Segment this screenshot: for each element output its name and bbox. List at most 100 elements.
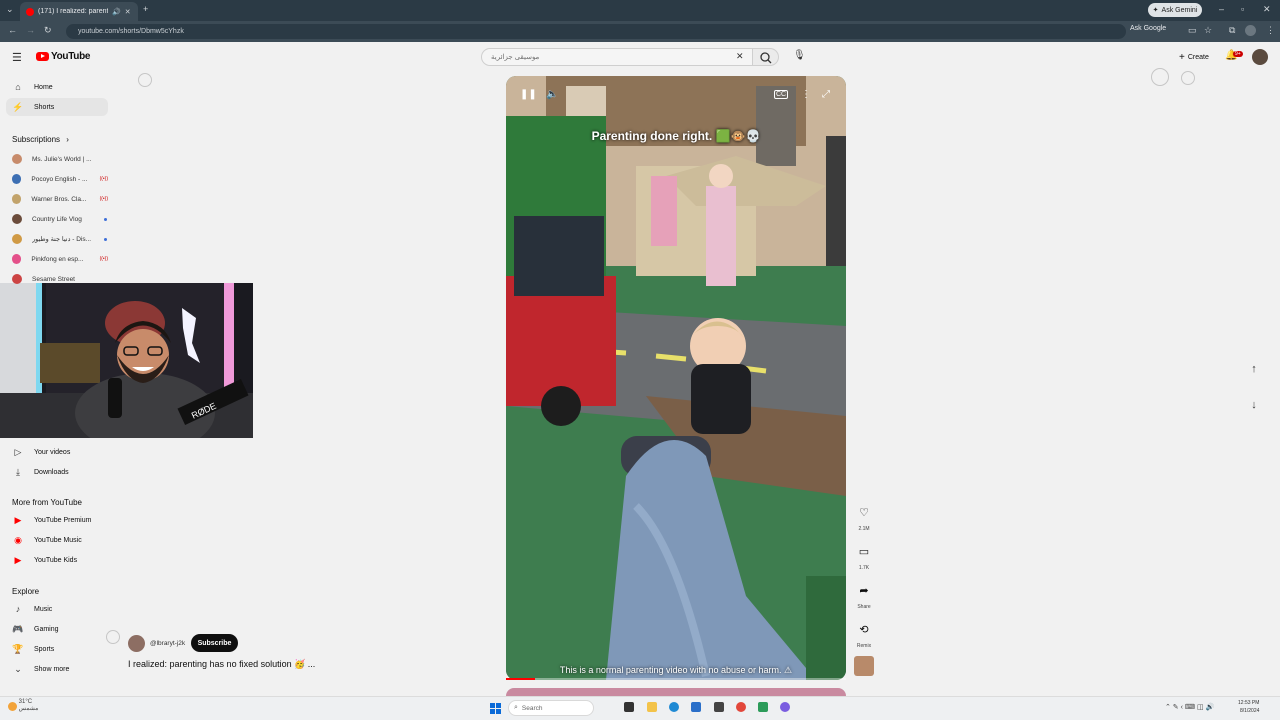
sidebar-item-youtube-premium[interactable]: ▶ YouTube Premium	[6, 511, 108, 529]
subscription-name: Sesame Street	[32, 275, 75, 283]
subscription-name: دنيا جنة وطيور - Dis...	[32, 236, 92, 243]
youtube-logo-text[interactable]: YouTube	[51, 51, 91, 62]
extensions-icon[interactable]: ⧉	[1229, 26, 1235, 35]
subscription-item[interactable]: Pinkfong en esp... ((•))	[6, 250, 108, 268]
youtube-music-icon: ◉	[14, 534, 22, 545]
new-content-dot-icon	[104, 217, 107, 221]
shorts-video-player[interactable]	[506, 76, 846, 680]
youtube-logo-icon[interactable]	[36, 52, 49, 61]
music-icon: ♪	[15, 604, 21, 614]
hamburger-menu-icon[interactable]: ☰	[12, 51, 22, 64]
captions-icon[interactable]: CC	[774, 90, 789, 99]
ask-gemini-button[interactable]: ✦ Ask Gemini	[1148, 3, 1202, 17]
pause-icon[interactable]: ❚❚	[520, 89, 537, 100]
volume-icon[interactable]: 🔈	[546, 89, 558, 100]
trophy-icon: 🏆	[12, 643, 24, 654]
search-button[interactable]	[753, 48, 779, 66]
windows-start-icon[interactable]	[490, 701, 501, 714]
browser-menu-icon[interactable]: ⋮	[1266, 26, 1275, 35]
browser-tab-active[interactable]: (171) I realized: parenting I 🔊 ✕	[20, 2, 138, 21]
sidebar-item-show-more[interactable]: ⌄ Show more	[6, 660, 108, 678]
subscription-item[interactable]: Country Life Vlog	[6, 210, 108, 228]
voice-search-mic-icon[interactable]: 🎙	[793, 50, 806, 61]
channel-handle[interactable]: @lbraryt-j2k	[150, 640, 185, 647]
edge-browser-icon[interactable]	[669, 702, 679, 712]
subscription-item[interactable]: Ms. Julie's World | ...	[6, 150, 108, 168]
store-icon[interactable]	[691, 702, 701, 712]
system-tray-icons[interactable]: ⌃ ✎ ‹ ⌨ ◫ 🔊	[1165, 703, 1214, 711]
comments-button[interactable]: ▭ 1.7K	[852, 539, 876, 572]
channel-avatar	[12, 274, 22, 284]
search-input[interactable]: موسيقى جزائرية	[481, 48, 753, 66]
bookmark-star-icon[interactable]: ☆	[1204, 26, 1212, 35]
remix-button[interactable]: ⟲ Remix	[852, 617, 876, 650]
sidebar-item-downloads[interactable]: ⤓ Downloads	[6, 463, 108, 481]
subscriptions-heading[interactable]: Subscriptions ›	[12, 135, 69, 144]
sidebar-item-music[interactable]: ♪ Music	[6, 600, 108, 618]
app-icon[interactable]	[758, 702, 768, 712]
new-tab-icon[interactable]: +	[143, 5, 148, 14]
profile-avatar[interactable]	[1245, 25, 1256, 36]
sidebar-item-sports[interactable]: 🏆 Sports	[6, 640, 108, 658]
taskbar-clock[interactable]: 12:53 PM 8/1/2024	[1238, 699, 1259, 715]
like-button[interactable]: ♡ 2.1M	[852, 500, 876, 533]
subscription-item[interactable]: Warner Bros. Cla... ((•))	[6, 190, 108, 208]
reload-icon[interactable]: ↻	[44, 26, 52, 35]
window-close-icon[interactable]: ✕	[1263, 5, 1271, 14]
forward-icon[interactable]: →	[26, 26, 35, 35]
subscribe-button[interactable]: Subscribe	[191, 634, 238, 652]
channel-avatar	[12, 194, 22, 204]
ask-google-button[interactable]: Ask Google	[1130, 25, 1166, 32]
video-caption-top: Parenting done right. 🟩🐵💀	[591, 129, 761, 143]
chrome-browser-icon[interactable]	[736, 702, 746, 712]
notification-count-badge: 9+	[1233, 51, 1243, 57]
video-caption-bottom: This is a normal parenting video with no…	[559, 665, 793, 675]
channel-avatar	[12, 254, 22, 264]
back-icon[interactable]: ←	[8, 26, 17, 35]
minimize-icon[interactable]: –	[1219, 5, 1224, 14]
subscription-item[interactable]: Pocoyo English - ... ((•))	[6, 170, 108, 188]
fullscreen-icon[interactable]: ⤢	[822, 89, 830, 100]
clear-search-icon[interactable]: ✕	[736, 51, 744, 62]
short-title[interactable]: I realized: parenting has no fixed solut…	[128, 659, 315, 670]
channel-avatar	[12, 154, 22, 164]
sidebar-item-shorts[interactable]: ⚡ Shorts	[6, 98, 108, 116]
speaker-icon[interactable]: 🔊	[112, 8, 121, 16]
sound-thumbnail[interactable]	[854, 656, 874, 676]
subscription-item[interactable]: Sesame Street	[6, 270, 108, 288]
share-button[interactable]: ➦ Share	[852, 578, 876, 611]
sidebar-item-home[interactable]: ⌂ Home	[6, 78, 108, 96]
file-explorer-icon[interactable]	[647, 702, 657, 712]
create-label: Create	[1187, 53, 1209, 61]
ask-gemini-label: Ask Gemini	[1161, 6, 1198, 14]
video-progress-track[interactable]	[506, 678, 846, 680]
create-button[interactable]: + Create	[1172, 50, 1216, 64]
sidebar-item-your-videos[interactable]: ▷ Your videos	[6, 443, 108, 461]
sidebar-item-gaming[interactable]: 🎮 Gaming	[6, 620, 108, 638]
sidebar-item-youtube-kids[interactable]: ▶ YouTube Kids	[6, 551, 108, 569]
cast-icon[interactable]: ▭	[1188, 26, 1197, 35]
app-icon[interactable]	[780, 702, 790, 712]
subscription-name: Warner Bros. Cla...	[31, 195, 87, 203]
task-view-icon[interactable]	[624, 702, 634, 712]
maximize-icon[interactable]: ▫	[1241, 5, 1244, 14]
clock-date: 8/1/2024	[1239, 708, 1260, 714]
tab-search-icon[interactable]: ⌄	[6, 5, 14, 14]
sidebar-item-label: Your videos	[34, 448, 71, 456]
taskbar-search-box[interactable]: ⌕ Search	[508, 700, 594, 716]
tab-close-icon[interactable]: ✕	[125, 8, 131, 16]
windows-logo-icon	[490, 703, 501, 714]
url-field[interactable]: youtube.com/shorts/Dbmw5cYhzk	[66, 24, 1126, 39]
channel-avatar[interactable]	[128, 635, 145, 652]
subscription-item[interactable]: دنيا جنة وطيور - Dis...	[6, 230, 108, 248]
account-avatar[interactable]	[1252, 49, 1268, 65]
remix-label: Remix	[856, 643, 872, 649]
sparkle-icon: ✦	[1152, 7, 1159, 14]
previous-short-arrow-icon[interactable]: ↑	[1243, 358, 1265, 380]
next-short-preview[interactable]	[506, 688, 846, 696]
sidebar-item-youtube-music[interactable]: ◉ YouTube Music	[6, 531, 108, 549]
next-short-arrow-icon[interactable]: ↓	[1243, 394, 1265, 416]
more-options-icon[interactable]: ⋮	[801, 89, 811, 100]
app-icon[interactable]	[714, 702, 724, 712]
weather-widget[interactable]: 31°C مشمس	[8, 699, 38, 713]
